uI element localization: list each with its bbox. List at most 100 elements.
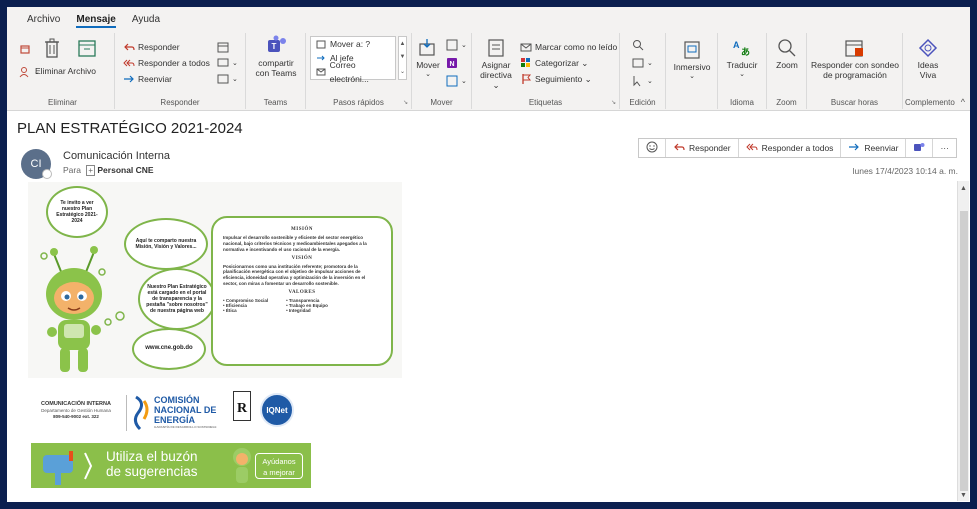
bubble-share-text: Aquí te comparto nuestra Misión, Visión …: [135, 238, 197, 250]
cne-flame-icon: [133, 395, 149, 431]
reply-icon: [123, 41, 135, 53]
cne-line-3: ENERGÍA: [154, 415, 196, 425]
sender-name[interactable]: Comunicación Interna: [63, 150, 170, 162]
group-eliminar: ⌄ Eliminar Archivo Eliminar: [11, 33, 115, 109]
ignore-button[interactable]: [19, 43, 31, 55]
reply-with-poll-button[interactable]: Responder con sondeo de programación: [809, 37, 901, 81]
scroll-down-icon[interactable]: ▼: [960, 492, 967, 499]
ignore-icon: [19, 43, 31, 55]
suggestion-box-banner[interactable]: Utiliza el buzón de sugerencias Ayúdanos…: [31, 443, 311, 488]
group-label-pasos: Pasos rápidos: [333, 98, 384, 107]
mascot-illustration: [40, 246, 125, 372]
im-reply-button[interactable]: ⌄: [217, 57, 238, 69]
ideas-viva-button[interactable]: Ideas Viva: [907, 37, 949, 81]
dialog-launcher-icon[interactable]: ↘: [403, 99, 408, 106]
vertical-scrollbar[interactable]: ▲ ▼: [957, 181, 969, 501]
message-date: lunes 17/4/2023 10:14 a. m.: [852, 166, 958, 176]
categorize-icon: [520, 57, 532, 69]
iqnet-logo: IQNet: [260, 393, 294, 427]
group-teams: T compartir con Teams Teams: [246, 33, 306, 109]
more-reply-button[interactable]: ⌄: [217, 73, 238, 85]
share-teams-button[interactable]: T compartir con Teams: [252, 35, 300, 79]
logo-divider: [126, 395, 127, 431]
translate-button[interactable]: Aあ Traducir ⌄: [722, 37, 762, 79]
ci-phone: 809-540-9002 ext. 322: [53, 413, 99, 419]
valor-item: • Integridad: [286, 307, 311, 313]
delete-archive-label: Eliminar Archivo: [35, 66, 96, 76]
reply-all-button[interactable]: Responder a todos: [123, 57, 210, 69]
mark-unread-button[interactable]: Marcar como no leído: [520, 41, 617, 53]
related-button[interactable]: ⌄: [632, 57, 653, 69]
flag-icon: [520, 73, 532, 85]
tab-ayuda[interactable]: Ayuda: [124, 14, 168, 29]
scrollbar-thumb[interactable]: [960, 211, 968, 491]
meeting-reply-button[interactable]: [217, 41, 229, 53]
recipient-name[interactable]: Personal CNE: [97, 165, 153, 175]
actions-button[interactable]: ⌄: [446, 75, 467, 87]
dialog-launcher-icon[interactable]: ↘: [611, 99, 616, 106]
group-complemento: Ideas Viva Complemento ^: [903, 33, 970, 109]
trash-icon: [41, 37, 63, 59]
group-responder: Responder Responder a todos Reenviar ⌄ ⌄…: [115, 33, 246, 109]
onenote-button[interactable]: N: [446, 57, 458, 69]
immersive-reader-icon: [681, 39, 703, 61]
avatar-initials: CI: [30, 158, 42, 170]
archive-button[interactable]: [69, 37, 105, 61]
follow-up-button[interactable]: Seguimiento ⌄: [520, 73, 592, 85]
quick-step-mover[interactable]: Mover a: ?: [311, 37, 395, 51]
expand-group-icon[interactable]: +: [86, 165, 96, 176]
help-line-1: Ayúdanos: [262, 457, 296, 466]
svg-text:A: A: [733, 40, 740, 50]
mascot-small-icon: [233, 448, 251, 483]
tab-archivo[interactable]: Archivo: [19, 14, 68, 29]
group-label-zoom: Zoom: [776, 98, 797, 107]
categorize-button[interactable]: Categorizar ⌄: [520, 57, 588, 69]
quick-steps-scroll[interactable]: ▲ ▼ ⌄: [398, 36, 407, 80]
scroll-up-icon[interactable]: ▲: [960, 185, 967, 192]
teams-share-action-button[interactable]: [906, 139, 934, 157]
user-cleanup-icon: [19, 66, 31, 78]
search-icon: [632, 39, 644, 51]
delete-button[interactable]: [37, 37, 67, 61]
reply-all-icon: [123, 57, 135, 69]
forward-button[interactable]: Reenviar: [123, 73, 172, 85]
iqnet-text: IQNet: [266, 405, 288, 415]
find-button[interactable]: [632, 39, 644, 51]
mision-title: MISIÓN: [291, 227, 313, 232]
mission-vision-panel: MISIÓN Impulsar el desarrollo sostenible…: [211, 216, 393, 366]
group-inmersivo: Inmersivo ⌄: [666, 33, 718, 109]
forward-action-button[interactable]: Reenviar: [841, 139, 907, 157]
folder-icon: [315, 38, 327, 50]
valores-title: VALORES: [288, 289, 316, 295]
help-us-improve-button[interactable]: Ayúdanos a mejorar: [255, 453, 303, 479]
vision-text: Posicionarnos como una institución refer…: [223, 263, 366, 287]
immersive-reader-button[interactable]: Inmersivo ⌄: [670, 39, 714, 81]
group-label-etiquetas: Etiquetas: [528, 98, 563, 107]
group-edicion: ⌄ ⌄ Edición: [620, 33, 666, 109]
quick-step-correo[interactable]: Correo electróni...: [311, 60, 395, 84]
teams-icon: [913, 141, 925, 155]
reply-icon: [673, 141, 685, 155]
collapse-ribbon-icon[interactable]: ^: [961, 97, 965, 107]
emoji-reaction-button[interactable]: [639, 139, 666, 157]
signature-logos: COMUNICACIÓN INTERNA Departamento de Ges…: [28, 389, 318, 437]
ribbon-tabs: Archivo Mensaje Ayuda: [7, 7, 970, 29]
valores-right: • Transparencia • Trabajo en Equipo • In…: [286, 298, 328, 313]
ci-dept: Departamento de Gestión Humana: [41, 407, 111, 413]
mailbox-icon: [43, 451, 93, 485]
tab-mensaje[interactable]: Mensaje: [68, 14, 123, 29]
move-button[interactable]: Mover ⌄: [414, 37, 442, 79]
svg-text:R: R: [237, 401, 248, 416]
reply-action-button[interactable]: Responder: [666, 139, 739, 157]
reply-all-action-button[interactable]: Responder a todos: [739, 139, 842, 157]
select-button[interactable]: ⌄: [632, 75, 653, 87]
avatar[interactable]: CI: [21, 149, 52, 179]
certification-seal: R: [233, 391, 251, 421]
zoom-button[interactable]: Zoom: [769, 37, 805, 71]
forward-icon: [848, 141, 860, 155]
reply-button[interactable]: Responder: [123, 41, 180, 53]
forward-icon: [123, 73, 135, 85]
rules-button[interactable]: ⌄: [446, 39, 467, 51]
more-actions-button[interactable]: ···: [933, 139, 956, 157]
assign-policy-button[interactable]: Asignar directiva ⌄: [476, 37, 516, 90]
